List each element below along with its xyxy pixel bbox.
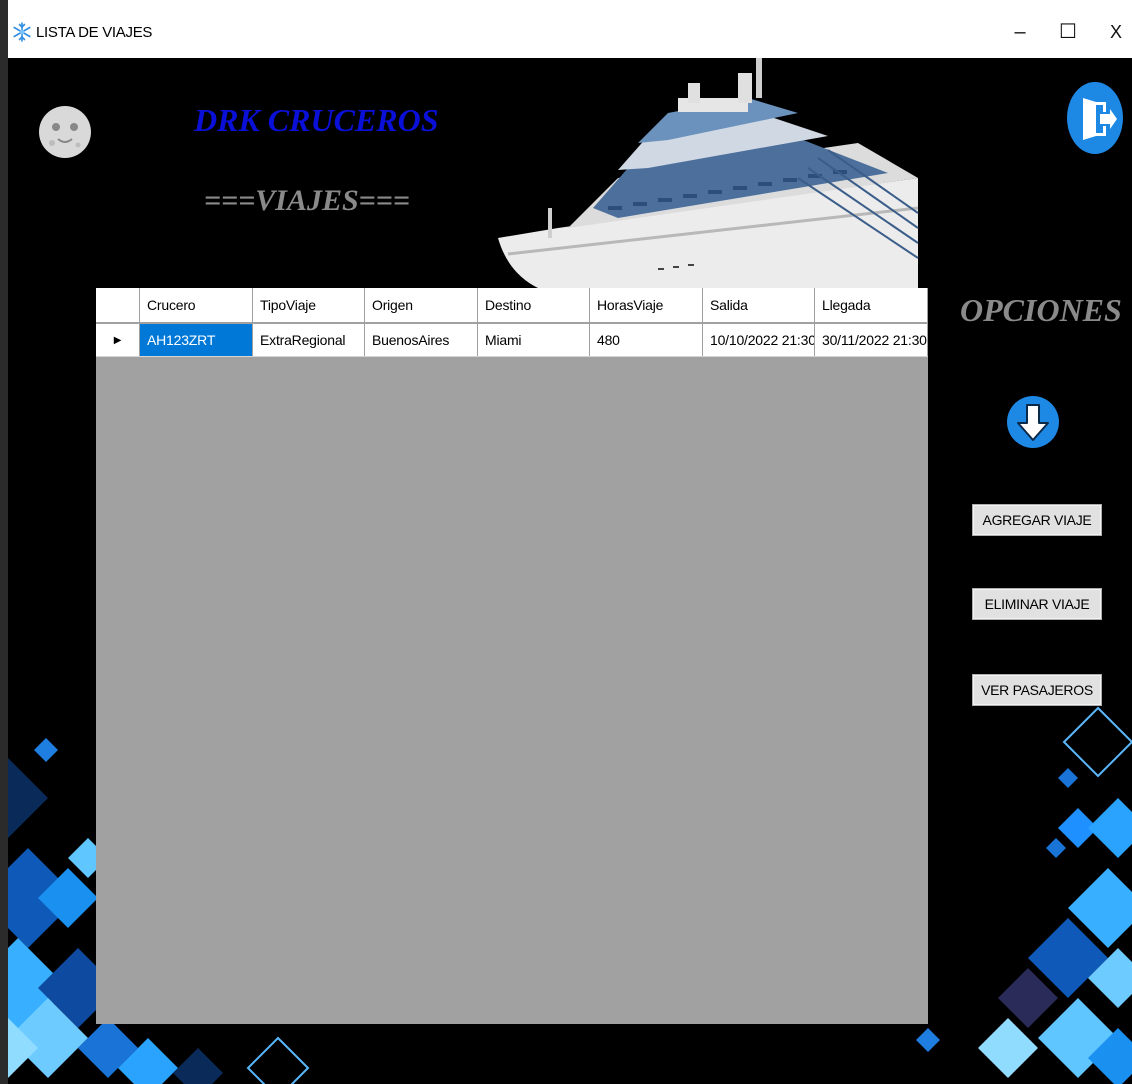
table-cell[interactable]: 480 bbox=[590, 324, 703, 356]
table-cell[interactable]: 10/10/2022 21:30 bbox=[703, 324, 815, 356]
window-title: LISTA DE VIAJES bbox=[36, 24, 153, 41]
trips-table[interactable]: Crucero TipoViaje Origen Destino HorasVi… bbox=[96, 288, 928, 1024]
table-row[interactable]: ▶ AH123ZRT ExtraRegional BuenosAires Mia… bbox=[96, 324, 928, 357]
column-header[interactable]: Origen bbox=[365, 288, 478, 323]
app-window: LISTA DE VIAJES – ☐ X DRK CRUCEROS ===VI… bbox=[8, 0, 1132, 1084]
main-content: DRK CRUCEROS ===VIAJES=== OPCIONES AGREG… bbox=[8, 58, 1132, 1084]
table-cell[interactable]: 30/11/2022 21:30 bbox=[815, 324, 928, 356]
table-header: Crucero TipoViaje Origen Destino HorasVi… bbox=[96, 288, 928, 323]
add-trip-button[interactable]: AGREGAR VIAJE bbox=[972, 504, 1102, 536]
table-cell[interactable]: BuenosAires bbox=[365, 324, 478, 356]
minimize-button[interactable]: – bbox=[1002, 14, 1038, 50]
column-header[interactable]: Crucero bbox=[140, 288, 253, 323]
table-cell[interactable]: ExtraRegional bbox=[253, 324, 365, 356]
column-header[interactable]: Llegada bbox=[815, 288, 928, 323]
close-button[interactable]: X bbox=[1098, 14, 1132, 50]
title-bar[interactable]: LISTA DE VIAJES – ☐ X bbox=[8, 0, 1132, 58]
maximize-button[interactable]: ☐ bbox=[1050, 14, 1086, 50]
snowflake-icon bbox=[13, 22, 31, 42]
brand-title: DRK CRUCEROS bbox=[194, 102, 439, 138]
column-header[interactable]: Salida bbox=[703, 288, 815, 323]
column-header[interactable]: Destino bbox=[478, 288, 590, 323]
table-cell[interactable]: AH123ZRT bbox=[140, 324, 253, 356]
cruise-ship-image bbox=[498, 58, 919, 288]
row-header-corner bbox=[96, 288, 140, 323]
exit-door-icon[interactable] bbox=[1066, 80, 1124, 156]
options-title: OPCIONES bbox=[960, 292, 1122, 328]
column-header[interactable]: HorasViaje bbox=[590, 288, 703, 323]
row-indicator-icon[interactable]: ▶ bbox=[96, 324, 140, 356]
delete-trip-button[interactable]: ELIMINAR VIAJE bbox=[972, 588, 1102, 620]
column-header[interactable]: TipoViaje bbox=[253, 288, 365, 323]
moon-face-icon bbox=[39, 106, 91, 158]
section-title: ===VIAJES=== bbox=[204, 184, 410, 217]
down-arrow-icon bbox=[1007, 396, 1059, 448]
table-cell[interactable]: Miami bbox=[478, 324, 590, 356]
view-passengers-button[interactable]: VER PASAJEROS bbox=[972, 674, 1102, 706]
